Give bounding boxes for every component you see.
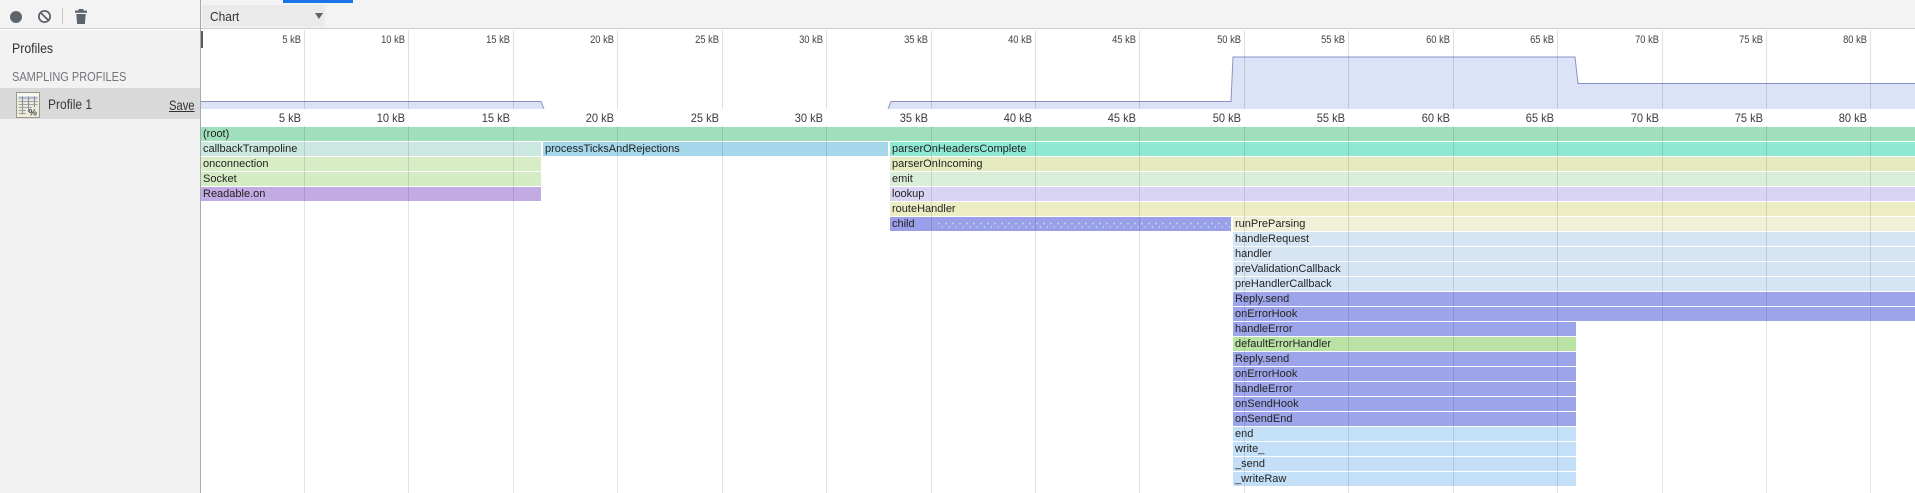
svg-text:%: %	[29, 108, 38, 119]
